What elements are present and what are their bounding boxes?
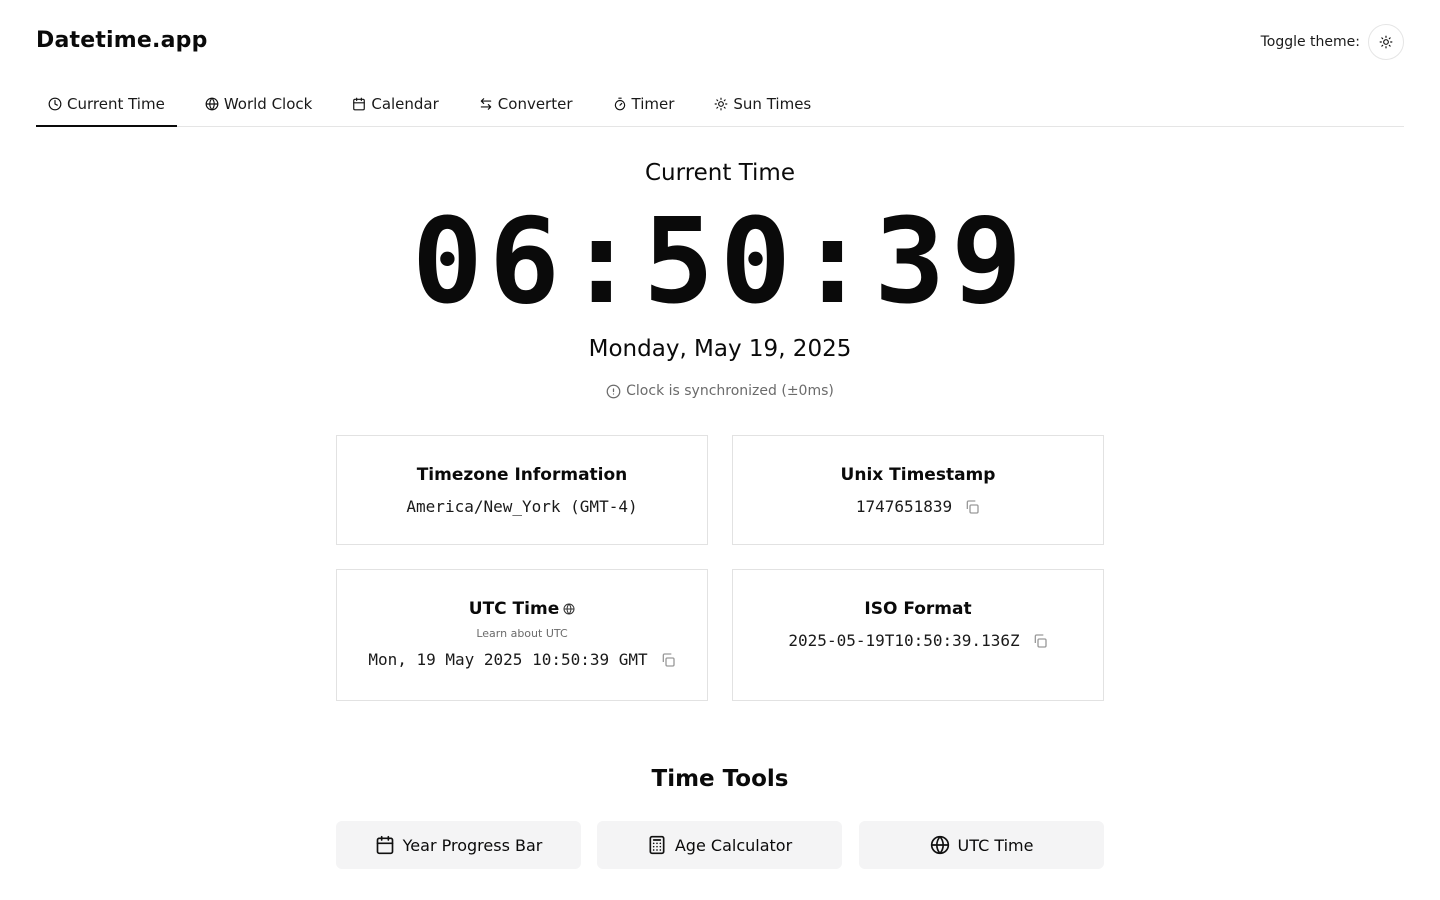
tab-timer[interactable]: Timer <box>601 82 687 126</box>
globe-icon <box>205 97 219 111</box>
main-tabs: Current Time World Clock Calendar Conver… <box>36 82 1404 127</box>
age-calculator-button[interactable]: Age Calculator <box>597 821 842 869</box>
timer-icon <box>614 97 625 111</box>
copy-icon[interactable] <box>964 499 980 515</box>
unix-card: Unix Timestamp 1747651839 <box>732 435 1104 545</box>
tab-label: Calendar <box>371 95 439 113</box>
tools-title: Time Tools <box>651 766 789 792</box>
card-title: ISO Format <box>864 599 972 619</box>
tab-label: Sun Times <box>733 95 812 113</box>
current-time-title: Current Time <box>645 160 795 186</box>
app-brand[interactable]: Datetime.app <box>36 28 208 53</box>
iso-card: ISO Format 2025-05-19T10:50:39.136Z <box>732 569 1104 701</box>
utc-value: Mon, 19 May 2025 10:50:39 GMT <box>368 650 648 669</box>
theme-toggle-group: Toggle theme: <box>1261 24 1404 60</box>
unix-value: 1747651839 <box>855 497 953 516</box>
sync-text: Clock is synchronized (±0ms) <box>626 383 834 399</box>
card-title-row: UTC Time <box>469 599 575 619</box>
card-title: Unix Timestamp <box>840 465 996 485</box>
tab-label: Converter <box>497 95 573 113</box>
copy-icon[interactable] <box>1032 633 1048 649</box>
tab-label: World Clock <box>223 95 313 113</box>
theme-toggle-label: Toggle theme: <box>1260 34 1360 50</box>
iso-value: 2025-05-19T10:50:39.136Z <box>788 631 1020 650</box>
tab-calendar[interactable]: Calendar <box>340 82 450 126</box>
globe-icon <box>930 835 949 855</box>
clock-icon <box>48 97 62 110</box>
sync-status: Clock is synchronized (±0ms) <box>0 383 1440 399</box>
tab-label: Current Time <box>67 94 165 113</box>
info-icon <box>606 384 621 398</box>
tool-label: Age Calculator <box>674 835 793 855</box>
copy-icon[interactable] <box>660 652 676 668</box>
sun-icon <box>1379 35 1393 49</box>
date-display: Monday, May 19, 2025 <box>588 336 852 362</box>
clock-display: 06:50:39 <box>411 192 1029 330</box>
tool-label: Year Progress Bar <box>402 835 543 855</box>
arrows-icon <box>480 98 492 110</box>
calendar-icon <box>353 97 366 111</box>
tab-world-clock[interactable]: World Clock <box>193 82 325 126</box>
utc-time-button[interactable]: UTC Time <box>859 821 1104 869</box>
sun-icon <box>714 97 728 111</box>
tab-converter[interactable]: Converter <box>467 82 585 126</box>
calendar-icon <box>376 835 393 855</box>
globe-icon[interactable] <box>563 603 575 615</box>
utc-card: UTC Time Learn about UTC Mon, 19 May 202… <box>336 569 708 701</box>
card-title: UTC Time <box>468 599 560 619</box>
theme-toggle-button[interactable] <box>1368 24 1404 60</box>
learn-utc-link[interactable]: Learn about UTC <box>337 627 707 640</box>
calculator-icon <box>649 835 665 855</box>
tab-label: Timer <box>631 95 675 113</box>
tab-sun-times[interactable]: Sun Times <box>702 82 823 126</box>
tool-label: UTC Time <box>957 835 1034 855</box>
timezone-card: Timezone Information America/New_York (G… <box>336 435 708 545</box>
header: Datetime.app Toggle theme: <box>36 24 1404 60</box>
year-progress-button[interactable]: Year Progress Bar <box>336 821 581 869</box>
tab-current-time[interactable]: Current Time <box>36 82 177 127</box>
card-title: Timezone Information <box>416 465 628 485</box>
timezone-value: America/New_York (GMT-4) <box>406 497 638 516</box>
